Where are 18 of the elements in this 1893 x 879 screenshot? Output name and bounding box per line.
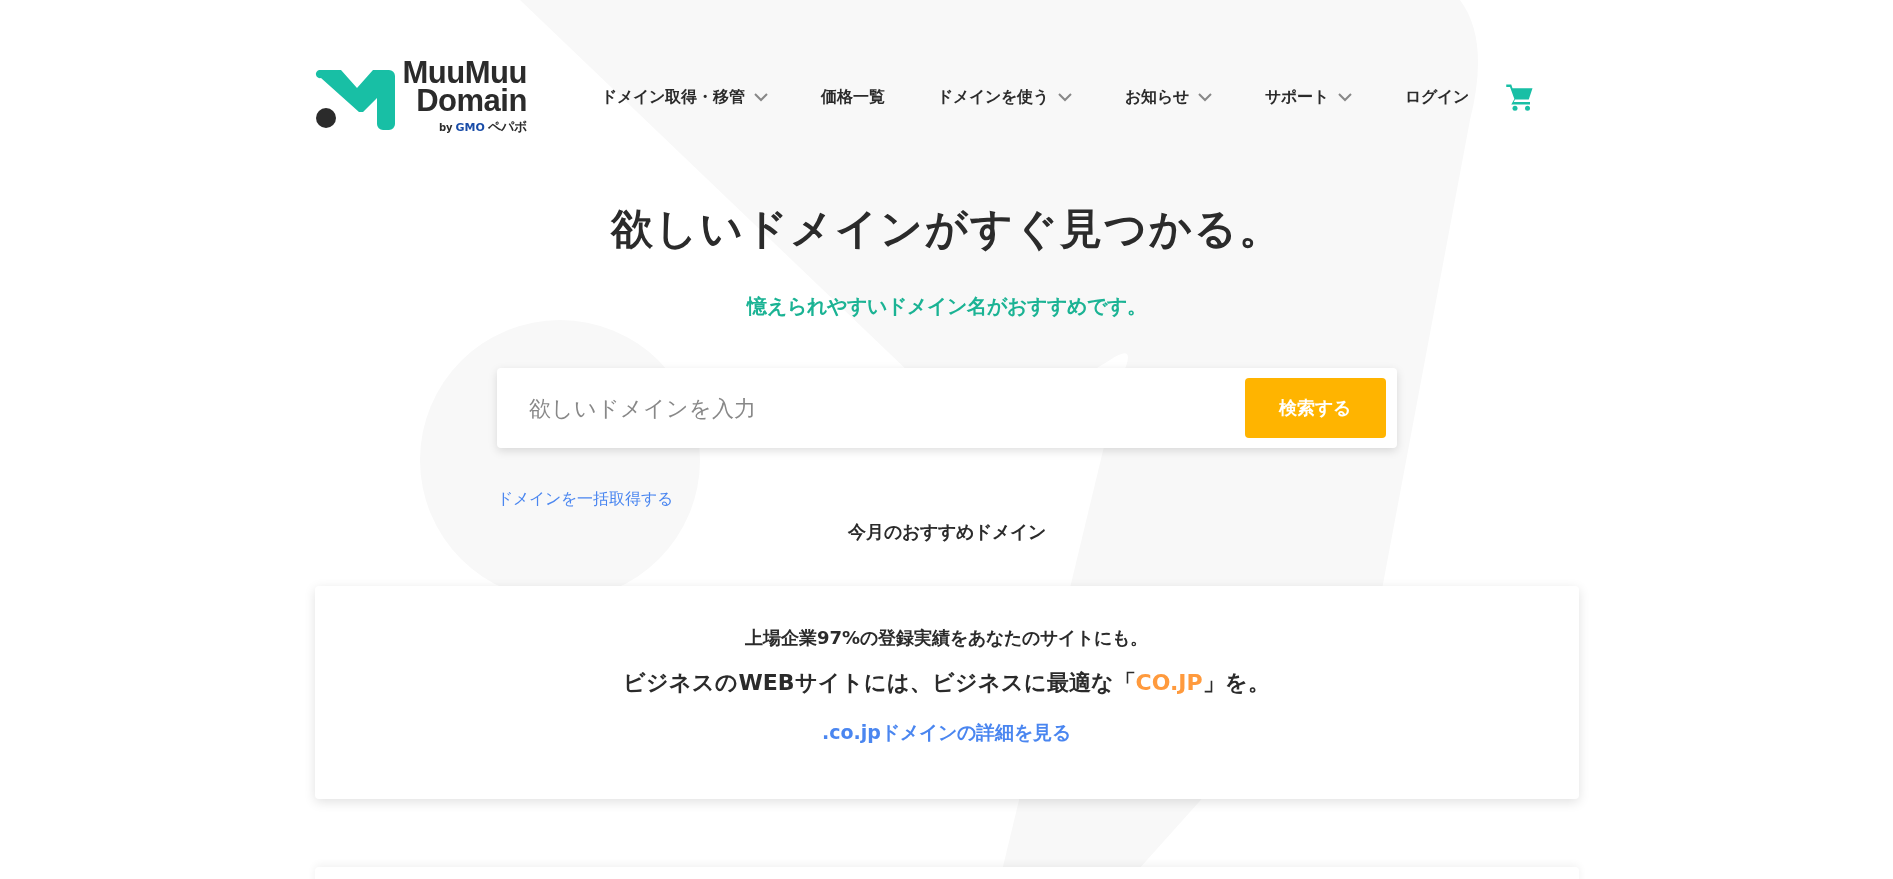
- promo-text: 上場企業97%の登録実績をあなたのサイトにも。: [744, 626, 1149, 650]
- nav-item[interactable]: お知らせ: [1098, 86, 1239, 108]
- hero-subtitle: 憶えられやすいドメイン名がおすすめです。: [745, 293, 1148, 320]
- hero-title: 欲しいドメインがすぐ見つかる。: [609, 203, 1284, 255]
- logo-byline: by: [438, 121, 453, 133]
- brand-text: ペパボ: [487, 117, 527, 136]
- brand-text: GMO: [455, 120, 485, 134]
- details-link[interactable]: .co.jpドメインの詳細を見る: [822, 720, 1071, 746]
- cart-icon[interactable]: [1504, 82, 1535, 112]
- nav-item[interactable]: 価格一覧: [794, 86, 911, 108]
- nav-item[interactable]: ログイン: [1378, 86, 1495, 108]
- section-title: 今月のおすすめドメイン: [846, 520, 1047, 544]
- nav-item[interactable]: サポート: [1238, 86, 1379, 108]
- nav-item[interactable]: ドメイン取得・移管: [574, 86, 795, 108]
- logo-text: MuuMuu: [402, 58, 527, 87]
- nav-item[interactable]: ドメインを使う: [910, 86, 1099, 108]
- logo-text: Domain: [416, 86, 527, 115]
- promo-headline: ビジネスのWEBサイトには、ビジネスに最適な「CO.JP」を。: [623, 669, 1270, 697]
